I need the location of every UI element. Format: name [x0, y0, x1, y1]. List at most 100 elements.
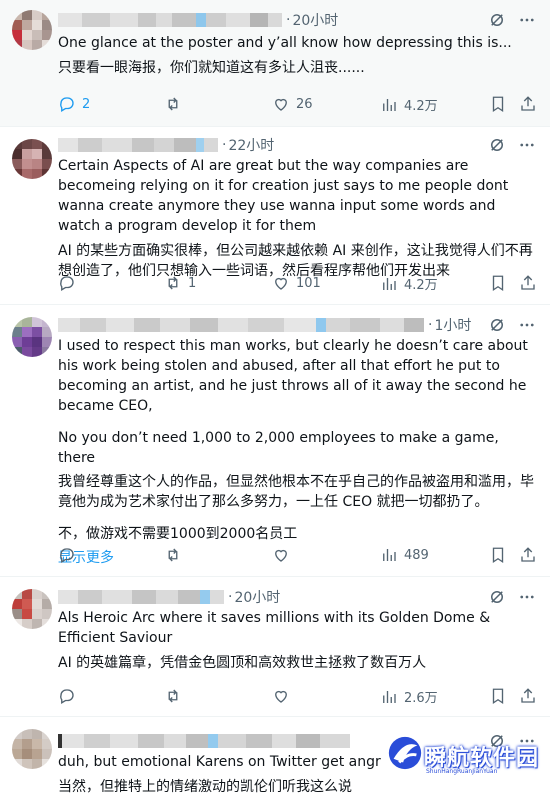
grok-icon[interactable]	[488, 136, 506, 154]
tweet-text: Certain Aspects of AI are great but the …	[58, 156, 538, 286]
tweet-original-text: Certain Aspects of AI are great but the …	[58, 158, 509, 234]
views-button[interactable]: 4.2万	[380, 274, 438, 293]
retweet-button[interactable]: 1	[164, 274, 196, 292]
share-button[interactable]	[519, 95, 537, 113]
tweet-header: · 22小时	[58, 136, 274, 154]
tweet-translation: 只要看一眼海报，你们就知道这有多让人沮丧......	[58, 60, 365, 76]
reply-icon	[60, 276, 74, 291]
retweet-button[interactable]	[164, 95, 188, 113]
timestamp[interactable]: 20小时	[234, 587, 280, 607]
timestamp[interactable]: 22小时	[228, 135, 274, 155]
tweet-text: I used to respect this man works, but cl…	[58, 336, 538, 568]
avatar[interactable]	[12, 317, 52, 357]
tweet[interactable]: · 20小时 One glance at the poster and y’al…	[0, 0, 550, 127]
retweet-icon	[168, 689, 178, 703]
tweet-original-text: One glance at the poster and y’all know …	[58, 35, 512, 51]
views-count: 2.6万	[404, 691, 438, 706]
action-bar: 2 26 4.2万	[58, 95, 535, 115]
display-name[interactable]	[58, 318, 424, 332]
display-name[interactable]	[58, 590, 224, 604]
retweet-button[interactable]	[164, 687, 188, 705]
retweet-icon	[168, 548, 178, 562]
reply-icon	[60, 689, 74, 704]
reply-count: 2	[82, 96, 91, 112]
action-bar: 1 101 4.2万	[58, 274, 535, 294]
bookmark-icon	[492, 688, 504, 705]
watermark-logo-icon	[388, 736, 422, 770]
avatar[interactable]	[12, 139, 52, 179]
like-button[interactable]	[272, 546, 296, 564]
like-button[interactable]: 101	[272, 274, 321, 292]
more-options-icon[interactable]	[518, 11, 536, 29]
views-icon	[383, 549, 396, 561]
tweet-text: Als Heroic Arc where it saves millions w…	[58, 608, 538, 678]
reply-button[interactable]	[58, 274, 82, 292]
bookmark-button[interactable]	[489, 95, 507, 113]
heart-icon	[275, 98, 287, 111]
views-icon	[383, 690, 396, 703]
avatar[interactable]	[12, 10, 52, 50]
avatar[interactable]	[12, 589, 52, 629]
retweet-button[interactable]	[164, 546, 188, 564]
tweet-header: · 1小时	[58, 316, 471, 334]
action-bar: 489	[58, 546, 535, 566]
reply-icon	[60, 548, 74, 563]
like-count: 101	[296, 275, 321, 291]
tweet-header	[58, 732, 350, 750]
tweet-original-text: I used to respect this man works, but cl…	[58, 338, 528, 414]
share-icon	[521, 688, 535, 703]
heart-icon	[275, 549, 287, 562]
like-button[interactable]	[272, 687, 296, 705]
retweet-icon	[168, 276, 178, 290]
avatar[interactable]	[12, 729, 52, 769]
retweet-icon	[168, 97, 178, 111]
reply-button[interactable]: 2	[58, 95, 90, 113]
share-button[interactable]	[519, 274, 537, 292]
views-icon	[383, 98, 396, 111]
views-button[interactable]: 2.6万	[380, 687, 438, 706]
bookmark-button[interactable]	[489, 687, 507, 705]
timestamp[interactable]: 20小时	[292, 10, 338, 30]
tweet-header: · 20小时	[58, 588, 280, 606]
watermark-subtitle: ShunHangRuanJianYuan	[426, 768, 498, 775]
tweet[interactable]: · 20小时 Als Heroic Arc where it saves mil…	[0, 577, 550, 717]
reply-button[interactable]	[58, 687, 82, 705]
display-name[interactable]	[58, 734, 350, 748]
watermark: 瞬航软件园 ShunHangRuanJianYuan	[384, 724, 544, 788]
tweet[interactable]: · 1小时 I used to respect this man works, …	[0, 305, 550, 577]
action-bar: 2.6万	[58, 687, 535, 707]
more-options-icon[interactable]	[518, 588, 536, 606]
reply-button[interactable]	[58, 546, 82, 564]
separator-dot: ·	[428, 317, 433, 333]
tweet-text: One glance at the poster and y’all know …	[58, 33, 538, 83]
views-icon	[383, 277, 396, 290]
heart-icon	[275, 690, 287, 703]
display-name[interactable]	[58, 138, 218, 152]
tweet-header: · 20小时	[58, 11, 338, 29]
separator-dot: ·	[228, 589, 233, 605]
more-options-icon[interactable]	[518, 136, 536, 154]
share-button[interactable]	[519, 687, 537, 705]
share-icon	[521, 547, 535, 562]
views-button[interactable]: 489	[380, 546, 429, 564]
grok-icon[interactable]	[488, 316, 506, 334]
grok-icon[interactable]	[488, 588, 506, 606]
grok-icon[interactable]	[488, 11, 506, 29]
reply-icon	[60, 97, 74, 112]
timestamp[interactable]: 1小时	[434, 315, 471, 335]
bookmark-button[interactable]	[489, 546, 507, 564]
views-button[interactable]: 4.2万	[380, 95, 438, 114]
separator-dot: ·	[286, 12, 291, 28]
bookmark-button[interactable]	[489, 274, 507, 292]
views-count: 4.2万	[404, 278, 438, 293]
retweet-count: 1	[188, 275, 197, 291]
views-count: 489	[404, 547, 429, 563]
heart-icon	[275, 277, 287, 290]
more-options-icon[interactable]	[518, 316, 536, 334]
bookmark-icon	[492, 547, 504, 564]
display-name[interactable]	[58, 13, 282, 27]
tweet[interactable]: · 22小时 Certain Aspects of AI are great b…	[0, 127, 550, 305]
share-button[interactable]	[519, 546, 537, 564]
share-icon	[521, 96, 535, 111]
like-button[interactable]: 26	[272, 95, 313, 113]
